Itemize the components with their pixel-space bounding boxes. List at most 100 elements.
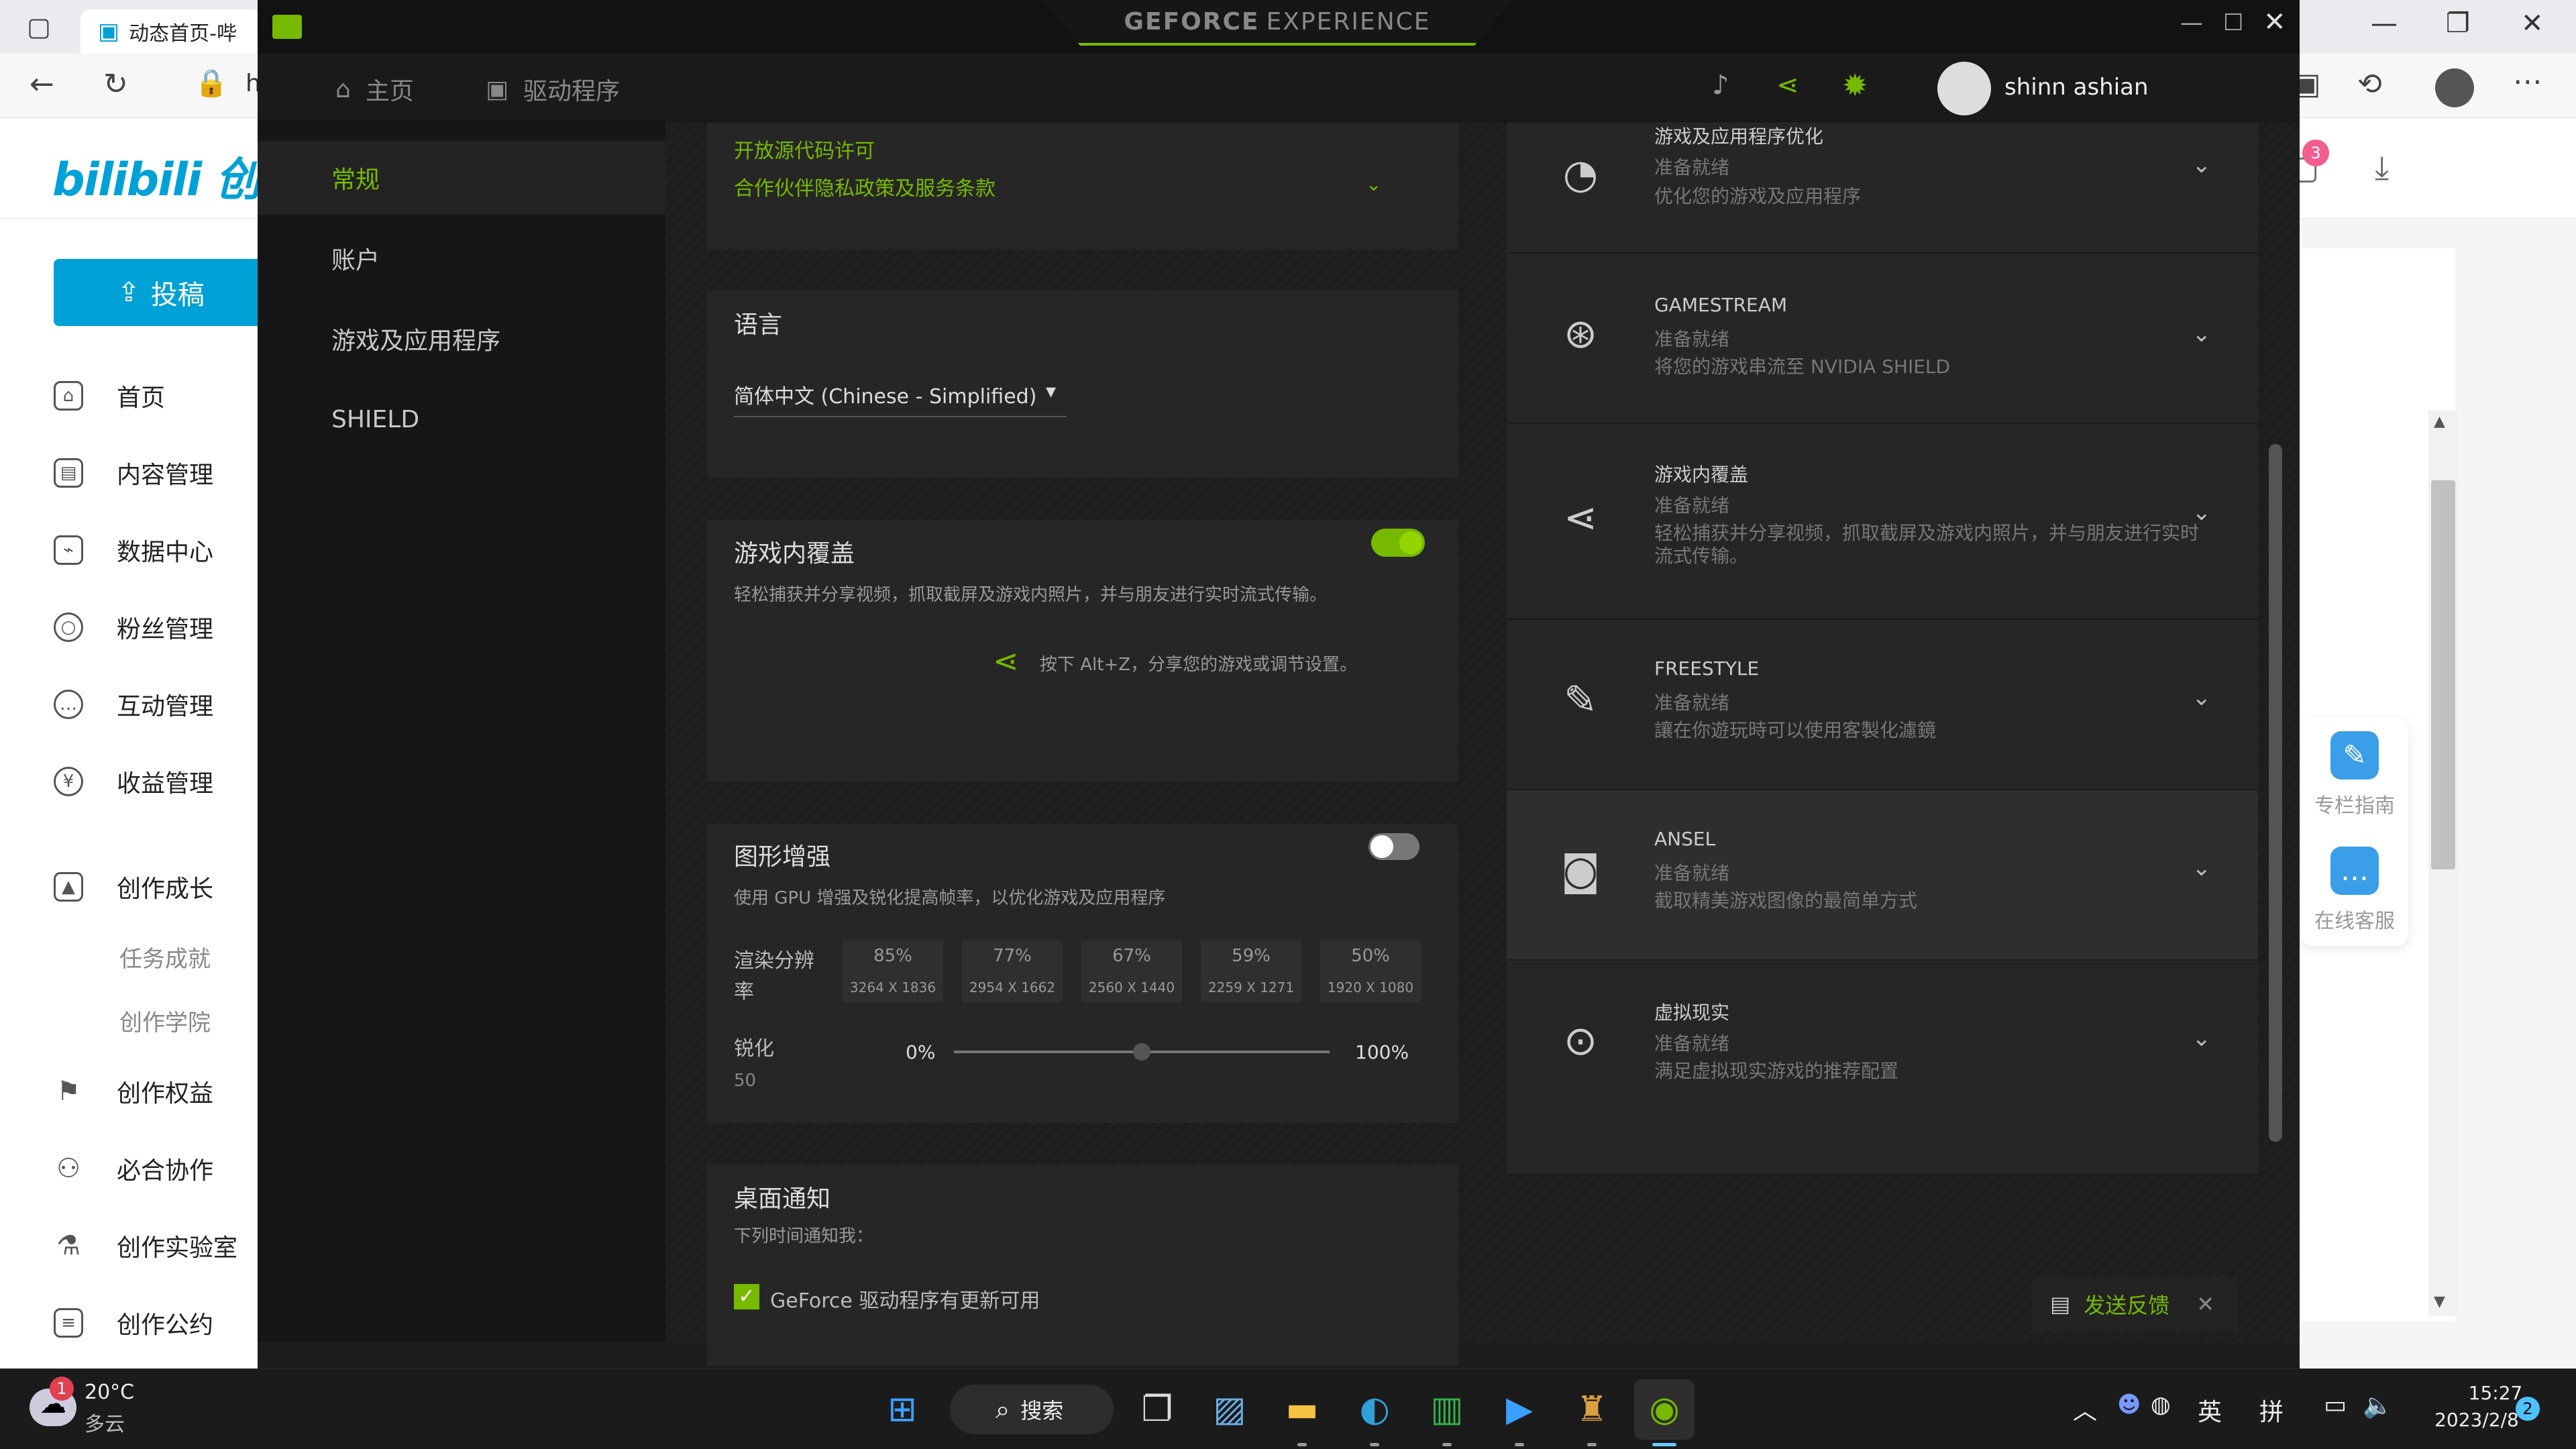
start-icon[interactable]: ⊞: [872, 1379, 932, 1440]
res-option[interactable]: 67% 2560 X 1440: [1081, 941, 1182, 1002]
user-icon: ○: [54, 612, 83, 642]
open-source-link[interactable]: 开放源代码许可: [734, 134, 875, 164]
feature-gamestream[interactable]: ⊛ GAMESTREAM 准备就绪 将您的游戏串流至 NVIDIA SHIELD…: [1507, 254, 2258, 424]
speedometer-icon: ◔: [1562, 151, 1599, 198]
feature-name: ANSEL: [1654, 828, 1716, 850]
res-option[interactable]: 50% 1920 X 1080: [1320, 941, 1421, 1002]
graphics-toggle[interactable]: [1368, 833, 1419, 860]
tray-expand-icon[interactable]: ︿: [2073, 1391, 2097, 1426]
sidebar-item-account[interactable]: 账户: [258, 221, 665, 295]
gfe-close-icon[interactable]: ✕: [2263, 7, 2286, 38]
sidebar-item-games-apps[interactable]: 游戏及应用程序: [258, 302, 665, 376]
profile-avatar[interactable]: [2435, 68, 2474, 107]
online-service-button[interactable]: … 在线客服: [2301, 847, 2408, 934]
column-guide-button[interactable]: ✎ 专栏指南: [2301, 731, 2408, 818]
scroll-down-icon[interactable]: ▼: [2434, 1293, 2445, 1310]
sharpen-slider-thumb[interactable]: [1133, 1043, 1150, 1061]
res-option[interactable]: 59% 2259 X 1271: [1201, 941, 1301, 1002]
chevron-down-icon[interactable]: ⌄: [2192, 1025, 2212, 1052]
nav-item-growth[interactable]: ▲ 创作成长: [54, 867, 213, 907]
chevron-down-icon[interactable]: ⌄: [2192, 684, 2212, 711]
nav-item-rights[interactable]: ⚑ 创作权益: [54, 1071, 213, 1112]
feature-ingame-overlay[interactable]: ⋖ 游戏内覆盖 准备就绪 轻松捕获并分享视频，抓取截屏及游戏内照片，并与朋友进行…: [1507, 424, 2258, 620]
nav-label: 内容管理: [117, 462, 214, 489]
close-icon[interactable]: ✕: [2521, 8, 2544, 39]
gfe-nav-drivers[interactable]: ▣ 驱动程序: [486, 72, 620, 106]
chevron-down-icon[interactable]: ⌄: [2192, 321, 2212, 347]
refresh-icon[interactable]: ↻: [103, 67, 128, 101]
network-icon[interactable]: ▭: [2324, 1391, 2347, 1419]
overlay-toggle[interactable]: [1371, 529, 1425, 557]
nav-item-content[interactable]: ▤ 内容管理: [54, 453, 213, 493]
feature-freestyle[interactable]: ✎ FREESTYLE 准备就绪 讓在你遊玩時可以使用客製化濾鏡 ⌄: [1507, 620, 2258, 790]
game-app-icon[interactable]: ♜: [1562, 1379, 1622, 1446]
browser-tab[interactable]: ▣ 动态首页-哔: [80, 9, 262, 54]
notify-checkbox[interactable]: ✓: [734, 1284, 759, 1309]
back-icon[interactable]: ←: [30, 67, 54, 101]
video-app-icon[interactable]: ▶: [1489, 1379, 1550, 1446]
feature-desc: 将您的游戏串流至 NVIDIA SHIELD: [1654, 356, 1951, 378]
gfe-maximize-icon[interactable]: ☐: [2223, 9, 2243, 36]
gfe-minimize-icon[interactable]: —: [2180, 9, 2203, 36]
task-view-icon[interactable]: ❐: [1127, 1379, 1187, 1440]
taskbar-search[interactable]: ⌕ 搜索: [950, 1385, 1114, 1434]
nav-item-collab[interactable]: ⚇ 必合协作: [54, 1148, 213, 1189]
page-scroll-thumb[interactable]: [2431, 480, 2455, 869]
geforce-taskbar-icon[interactable]: ◉: [1634, 1379, 1695, 1446]
share-icon[interactable]: ⋖: [1776, 70, 1799, 101]
user-avatar[interactable]: [1937, 62, 1991, 115]
send-feedback-button[interactable]: ▤ 发送反馈 ✕: [2033, 1277, 2238, 1331]
input-lang-2[interactable]: 拼: [2259, 1393, 2284, 1428]
minimize-icon[interactable]: —: [2371, 8, 2398, 39]
photos-app-icon[interactable]: ▨: [1199, 1379, 1260, 1440]
nav-item-data[interactable]: ⌁ 数据中心: [54, 530, 213, 570]
chevron-down-icon[interactable]: ⌄: [1366, 173, 1381, 195]
history-icon[interactable]: ⟲: [2357, 67, 2382, 101]
nav-sub-tasks[interactable]: 任务成就: [119, 941, 211, 973]
gfe-scrollbar[interactable]: [2269, 444, 2282, 1142]
input-lang-1[interactable]: 英: [2198, 1393, 2222, 1428]
sidebar-item-general[interactable]: 常规: [258, 141, 665, 215]
res-dim: 2259 X 1271: [1208, 979, 1295, 996]
sharpen-slider[interactable]: [954, 1043, 1330, 1061]
settings-gear-icon[interactable]: ✹: [1842, 67, 1868, 103]
download-icon[interactable]: ⤓: [2375, 149, 2389, 187]
chevron-down-icon[interactable]: ⌄: [2192, 499, 2212, 526]
tray-app-icon[interactable]: ☻: [2117, 1391, 2141, 1418]
more-icon[interactable]: ⋯: [2513, 64, 2542, 99]
nav-item-interaction[interactable]: … 互动管理: [54, 684, 213, 724]
volume-icon[interactable]: 🔈: [2363, 1391, 2393, 1419]
res-option[interactable]: 77% 2954 X 1662: [962, 941, 1063, 1002]
nav-item-convention[interactable]: ≡ 创作公约: [54, 1303, 213, 1343]
nav-sub-academy[interactable]: 创作学院: [119, 1004, 211, 1037]
feature-vr[interactable]: ⊙ 虚拟现实 准备就绪 满足虚拟现实游戏的推荐配置 ⌄: [1507, 961, 2258, 1175]
close-icon[interactable]: ✕: [2196, 1291, 2214, 1317]
feature-game-optimization[interactable]: ◔ 游戏及应用程序优化 准备就绪 优化您的游戏及应用程序 ⌄: [1507, 122, 2258, 254]
nav-item-fans[interactable]: ○ 粉丝管理: [54, 607, 213, 647]
nav-item-lab[interactable]: ⚗ 创作实验室: [54, 1226, 237, 1266]
scroll-up-icon[interactable]: ▲: [2434, 413, 2445, 430]
money-bag-icon: ¥: [54, 767, 83, 796]
notification-count[interactable]: 2: [2516, 1397, 2540, 1421]
feature-ansel[interactable]: ◙ ANSEL 准备就绪 截取精美游戏图像的最简单方式 ⌄: [1507, 790, 2258, 961]
gfe-nav-home[interactable]: ⌂ 主页: [335, 72, 414, 106]
user-name[interactable]: shinn ashian: [2004, 74, 2149, 101]
tab-actions-icon[interactable]: ▢: [27, 12, 51, 42]
language-select[interactable]: 简体中文 (Chinese - Simplified) ▾: [734, 380, 1067, 417]
geforce-experience-window: GEFORCE EXPERIENCE — ☐ ✕ ⌂ 主页 ▣ 驱动程序 ♪ ⋖ ✹ …: [258, 0, 2300, 1368]
post-button[interactable]: ⇪ 投稿: [54, 259, 268, 326]
file-explorer-icon[interactable]: ▬: [1272, 1379, 1332, 1446]
overlay-desc: 轻松捕获并分享视频，抓取截屏及游戏内照片，并与朋友进行实时流式传输。: [734, 585, 1328, 605]
edge-icon[interactable]: ◐: [1344, 1379, 1405, 1446]
stats-app-icon[interactable]: ▥: [1417, 1379, 1477, 1446]
chevron-down-icon[interactable]: ⌄: [2192, 855, 2212, 881]
partner-privacy-link[interactable]: 合作伙伴隐私政策及服务条款: [734, 172, 996, 201]
nav-item-home[interactable]: ⌂ 首页: [54, 376, 165, 416]
nav-item-revenue[interactable]: ¥ 收益管理: [54, 761, 213, 802]
bell-icon[interactable]: ♪: [1712, 70, 1729, 101]
restore-icon[interactable]: ❐: [2446, 8, 2470, 39]
sidebar-item-shield[interactable]: SHIELD: [258, 382, 665, 456]
chevron-down-icon[interactable]: ⌄: [2192, 152, 2212, 178]
wechat-icon[interactable]: ◍: [2151, 1391, 2171, 1418]
res-option[interactable]: 85% 3264 X 1836: [843, 941, 943, 1002]
